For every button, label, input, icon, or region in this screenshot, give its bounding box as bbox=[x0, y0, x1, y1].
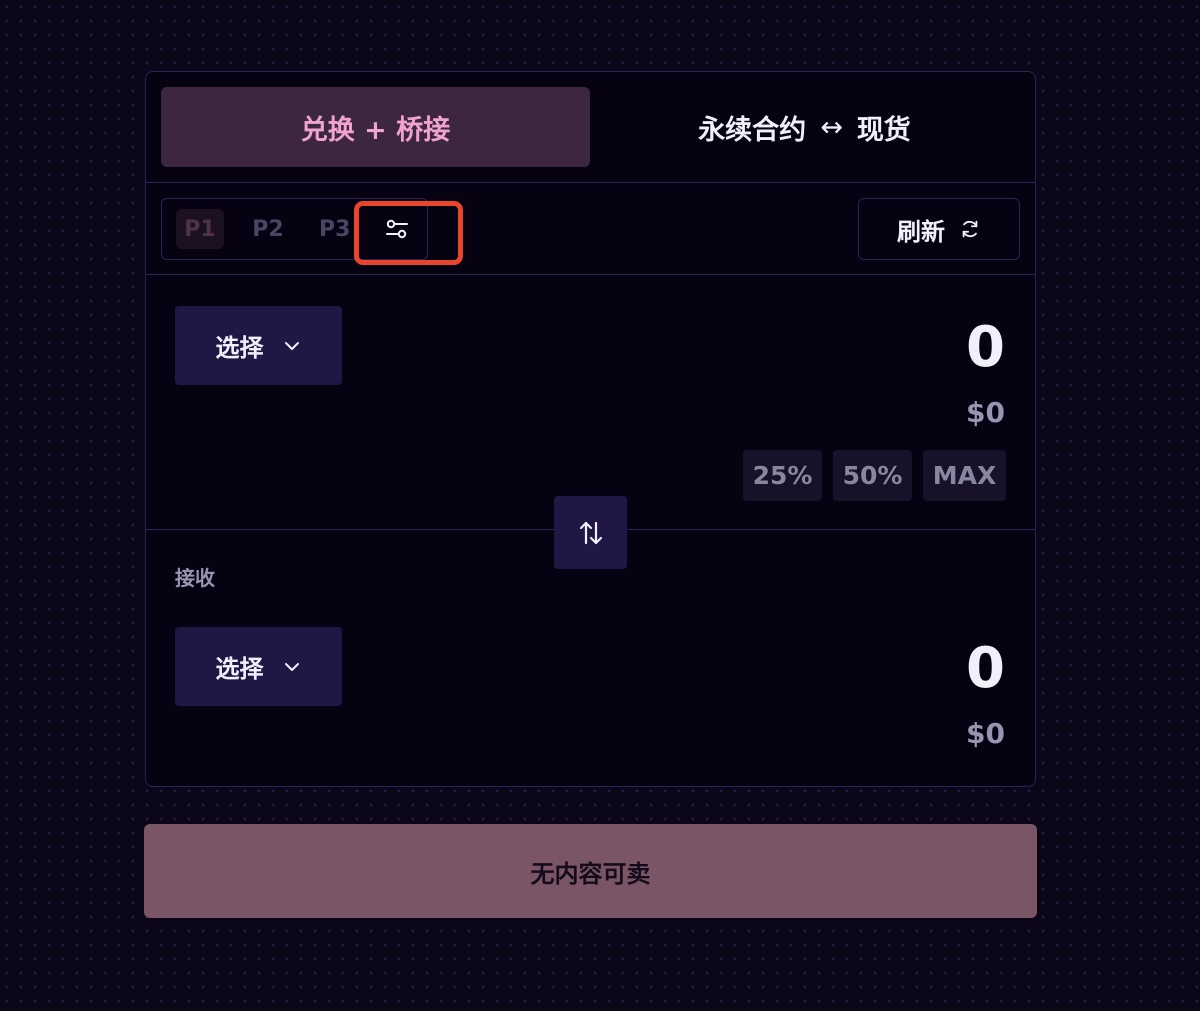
receive-token-select[interactable]: 选择 bbox=[175, 627, 342, 706]
control-row: P1 P2 P3 刷新 bbox=[146, 183, 1035, 275]
highlight-box bbox=[354, 201, 463, 265]
sell-select-label: 选择 bbox=[215, 334, 264, 362]
tab-perp-label: 永续合约 bbox=[698, 114, 807, 146]
pct-50-button[interactable]: 50% bbox=[833, 450, 912, 501]
tab-spot-label: 现货 bbox=[856, 114, 911, 146]
swap-card: 兑换 + 桥接 永续合约 ↔ 现货 P1 P2 P3 刷新 选择 0 $0 25… bbox=[145, 71, 1036, 787]
swap-arrow-icon: ↔ bbox=[820, 111, 843, 143]
receive-select-label: 选择 bbox=[215, 655, 264, 683]
tab-swap-bridge-label: 兑换 + 桥接 bbox=[300, 114, 451, 146]
refresh-button[interactable]: 刷新 bbox=[858, 198, 1020, 260]
tab-perp-spot[interactable]: 永续合约 ↔ 现货 bbox=[590, 87, 1019, 167]
sell-token-select[interactable]: 选择 bbox=[175, 306, 342, 385]
submit-sell-button[interactable]: 无内容可卖 bbox=[144, 824, 1037, 918]
preset-p2-button[interactable]: P2 bbox=[244, 209, 292, 249]
refresh-label: 刷新 bbox=[897, 217, 945, 246]
tab-swap-bridge[interactable]: 兑换 + 桥接 bbox=[161, 87, 590, 167]
swap-vertical-icon bbox=[579, 521, 602, 544]
preset-p1-button[interactable]: P1 bbox=[176, 209, 224, 249]
mode-tabs: 兑换 + 桥接 永续合约 ↔ 现货 bbox=[146, 72, 1035, 183]
receive-amount: 0 bbox=[966, 636, 1005, 701]
sell-usd-value: $0 bbox=[966, 396, 1005, 429]
chevron-down-icon bbox=[284, 341, 299, 350]
refresh-icon bbox=[962, 220, 978, 238]
preset-p3-button[interactable]: P3 bbox=[310, 209, 350, 249]
pct-25-button[interactable]: 25% bbox=[743, 450, 822, 501]
max-button[interactable]: MAX bbox=[923, 450, 1006, 501]
receive-label: 接收 bbox=[175, 566, 215, 590]
receive-usd-value: $0 bbox=[966, 717, 1005, 750]
sell-panel: 选择 0 $0 25% 50% MAX bbox=[146, 275, 1035, 530]
sell-amount-input[interactable]: 0 bbox=[966, 315, 1005, 380]
swap-direction-button[interactable] bbox=[554, 496, 627, 569]
chevron-down-icon bbox=[284, 662, 299, 671]
